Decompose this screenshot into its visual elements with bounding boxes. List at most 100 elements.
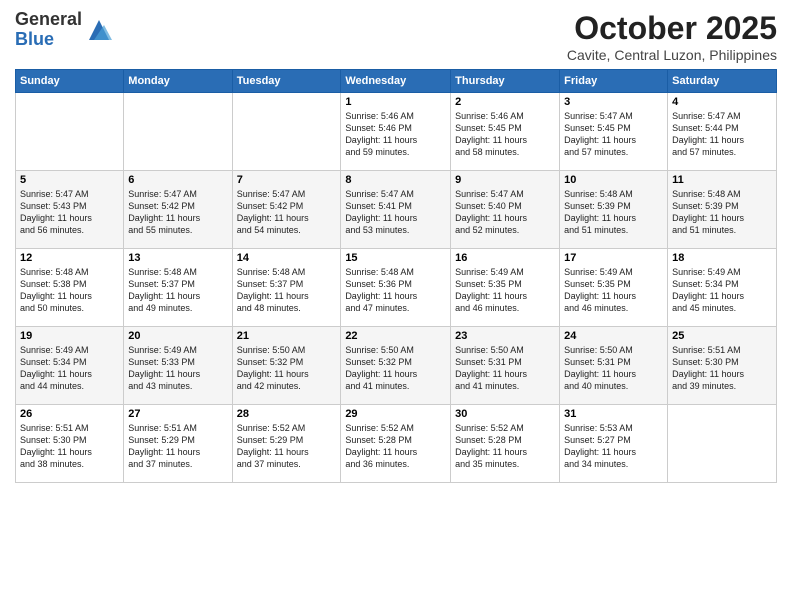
cell-detail: Sunset: 5:35 PM [564, 278, 663, 290]
week-row-2: 12Sunrise: 5:48 AMSunset: 5:38 PMDayligh… [16, 249, 777, 327]
cell-detail: Sunrise: 5:52 AM [455, 422, 555, 434]
cell-detail: Sunset: 5:37 PM [237, 278, 337, 290]
cell-detail: Daylight: 11 hours [455, 134, 555, 146]
calendar-cell: 24Sunrise: 5:50 AMSunset: 5:31 PMDayligh… [560, 327, 668, 405]
cell-detail: Sunrise: 5:47 AM [20, 188, 119, 200]
cell-detail: Sunrise: 5:47 AM [345, 188, 446, 200]
calendar-cell: 26Sunrise: 5:51 AMSunset: 5:30 PMDayligh… [16, 405, 124, 483]
cell-detail: Sunset: 5:34 PM [672, 278, 772, 290]
cell-detail: Sunrise: 5:48 AM [128, 266, 227, 278]
calendar-cell [668, 405, 777, 483]
cell-detail: and 50 minutes. [20, 302, 119, 314]
day-number: 11 [672, 174, 772, 186]
col-thursday: Thursday [451, 70, 560, 93]
cell-detail: Daylight: 11 hours [128, 446, 227, 458]
col-saturday: Saturday [668, 70, 777, 93]
calendar-cell: 29Sunrise: 5:52 AMSunset: 5:28 PMDayligh… [341, 405, 451, 483]
cell-detail: Sunrise: 5:51 AM [20, 422, 119, 434]
cell-detail: and 44 minutes. [20, 380, 119, 392]
cell-detail: Sunrise: 5:46 AM [345, 110, 446, 122]
cell-detail: Sunrise: 5:48 AM [345, 266, 446, 278]
cell-detail: Sunset: 5:42 PM [128, 200, 227, 212]
calendar-cell: 20Sunrise: 5:49 AMSunset: 5:33 PMDayligh… [124, 327, 232, 405]
calendar-cell [16, 93, 124, 171]
cell-detail: Sunrise: 5:49 AM [20, 344, 119, 356]
cell-detail: and 52 minutes. [455, 224, 555, 236]
cell-detail: Daylight: 11 hours [345, 446, 446, 458]
day-number: 8 [345, 174, 446, 186]
cell-detail: Sunset: 5:41 PM [345, 200, 446, 212]
cell-detail: and 34 minutes. [564, 458, 663, 470]
cell-detail: Daylight: 11 hours [564, 368, 663, 380]
cell-detail: Daylight: 11 hours [672, 134, 772, 146]
cell-detail: Daylight: 11 hours [20, 446, 119, 458]
calendar-cell: 23Sunrise: 5:50 AMSunset: 5:31 PMDayligh… [451, 327, 560, 405]
cell-detail: Daylight: 11 hours [564, 446, 663, 458]
day-number: 26 [20, 408, 119, 420]
cell-detail: Daylight: 11 hours [128, 290, 227, 302]
cell-detail: and 54 minutes. [237, 224, 337, 236]
month-title: October 2025 [567, 10, 777, 47]
cell-detail: and 51 minutes. [564, 224, 663, 236]
calendar-cell: 1Sunrise: 5:46 AMSunset: 5:46 PMDaylight… [341, 93, 451, 171]
cell-detail: Daylight: 11 hours [672, 368, 772, 380]
cell-detail: Sunrise: 5:52 AM [237, 422, 337, 434]
cell-detail: Daylight: 11 hours [564, 290, 663, 302]
cell-detail: Sunrise: 5:48 AM [20, 266, 119, 278]
cell-detail: Sunrise: 5:47 AM [455, 188, 555, 200]
day-number: 18 [672, 252, 772, 264]
cell-detail: Sunset: 5:42 PM [237, 200, 337, 212]
cell-detail: Sunrise: 5:47 AM [672, 110, 772, 122]
cell-detail: and 49 minutes. [128, 302, 227, 314]
logo-general: General [15, 10, 82, 30]
cell-detail: Daylight: 11 hours [672, 290, 772, 302]
cell-detail: Daylight: 11 hours [237, 212, 337, 224]
cell-detail: Daylight: 11 hours [564, 134, 663, 146]
cell-detail: Daylight: 11 hours [455, 212, 555, 224]
day-number: 24 [564, 330, 663, 342]
cell-detail: Daylight: 11 hours [128, 368, 227, 380]
day-number: 5 [20, 174, 119, 186]
calendar-cell: 4Sunrise: 5:47 AMSunset: 5:44 PMDaylight… [668, 93, 777, 171]
cell-detail: Sunset: 5:45 PM [564, 122, 663, 134]
calendar-cell [232, 93, 341, 171]
day-number: 7 [237, 174, 337, 186]
logo-icon [84, 15, 114, 45]
cell-detail: Sunrise: 5:51 AM [672, 344, 772, 356]
cell-detail: and 35 minutes. [455, 458, 555, 470]
day-number: 1 [345, 96, 446, 108]
week-row-1: 5Sunrise: 5:47 AMSunset: 5:43 PMDaylight… [16, 171, 777, 249]
page-container: General Blue October 2025 Cavite, Centra… [0, 0, 792, 493]
cell-detail: Sunrise: 5:47 AM [564, 110, 663, 122]
cell-detail: Sunrise: 5:51 AM [128, 422, 227, 434]
day-number: 29 [345, 408, 446, 420]
cell-detail: and 40 minutes. [564, 380, 663, 392]
cell-detail: Sunrise: 5:49 AM [128, 344, 227, 356]
day-number: 15 [345, 252, 446, 264]
cell-detail: and 46 minutes. [455, 302, 555, 314]
calendar-cell: 15Sunrise: 5:48 AMSunset: 5:36 PMDayligh… [341, 249, 451, 327]
cell-detail: and 57 minutes. [564, 146, 663, 158]
cell-detail: and 56 minutes. [20, 224, 119, 236]
cell-detail: Daylight: 11 hours [455, 446, 555, 458]
cell-detail: Sunset: 5:37 PM [128, 278, 227, 290]
col-sunday: Sunday [16, 70, 124, 93]
cell-detail: Sunset: 5:33 PM [128, 356, 227, 368]
cell-detail: and 41 minutes. [455, 380, 555, 392]
cell-detail: Sunset: 5:40 PM [455, 200, 555, 212]
cell-detail: Sunset: 5:31 PM [564, 356, 663, 368]
cell-detail: Sunset: 5:27 PM [564, 434, 663, 446]
cell-detail: and 51 minutes. [672, 224, 772, 236]
cell-detail: Daylight: 11 hours [20, 290, 119, 302]
cell-detail: Sunset: 5:39 PM [672, 200, 772, 212]
cell-detail: Daylight: 11 hours [237, 446, 337, 458]
calendar-cell: 13Sunrise: 5:48 AMSunset: 5:37 PMDayligh… [124, 249, 232, 327]
day-number: 21 [237, 330, 337, 342]
calendar-cell: 22Sunrise: 5:50 AMSunset: 5:32 PMDayligh… [341, 327, 451, 405]
title-block: October 2025 Cavite, Central Luzon, Phil… [567, 10, 777, 63]
cell-detail: Sunrise: 5:53 AM [564, 422, 663, 434]
cell-detail: Sunset: 5:34 PM [20, 356, 119, 368]
day-number: 19 [20, 330, 119, 342]
cell-detail: Sunrise: 5:49 AM [455, 266, 555, 278]
cell-detail: Sunrise: 5:50 AM [345, 344, 446, 356]
